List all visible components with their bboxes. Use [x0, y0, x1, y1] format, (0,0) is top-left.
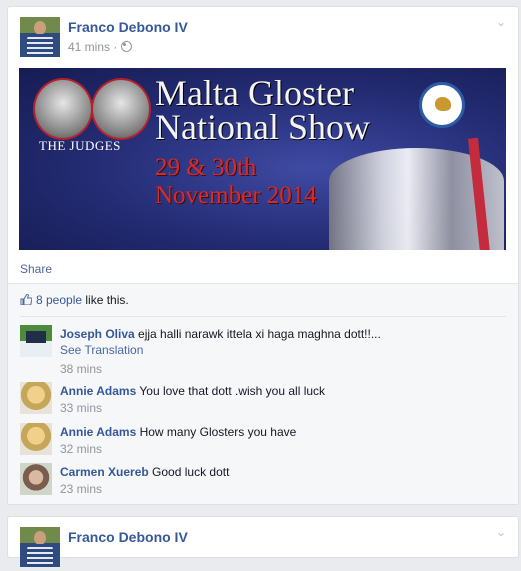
- post-timestamp[interactable]: 41 mins: [68, 40, 110, 54]
- commenter-name[interactable]: Joseph Oliva: [60, 327, 135, 341]
- banner-judges-label: THE JUDGES: [39, 138, 121, 153]
- see-translation-link[interactable]: See Translation: [60, 343, 143, 357]
- divider: [8, 283, 518, 284]
- post-card: Franco Debono IV 41 mins · ⌄ THE JUDGES …: [7, 6, 519, 505]
- comment-text: You love that dott .wish you all luck: [139, 384, 326, 398]
- likes-suffix: like this.: [82, 293, 129, 307]
- comment-text: How many Glosters you have: [139, 425, 297, 439]
- event-banner-image[interactable]: THE JUDGES Malta Gloster National Show 2…: [19, 68, 506, 250]
- banner-dates-line1: 29 & 30th: [155, 154, 257, 181]
- comment-item: Annie Adams You love that dott .wish you…: [20, 382, 505, 422]
- judge-photo: [33, 78, 93, 140]
- post-meta: 41 mins ·: [68, 40, 132, 54]
- comment-item: Carmen Xuereb Good luck dott 23 mins: [20, 463, 505, 503]
- chevron-down-icon[interactable]: ⌄: [496, 15, 506, 29]
- comment-item: Annie Adams How many Glosters you have 3…: [20, 423, 505, 463]
- author-avatar[interactable]: [20, 527, 60, 567]
- judge-photo: [91, 78, 151, 140]
- post-author-name[interactable]: Franco Debono IV: [68, 529, 188, 545]
- comment-timestamp[interactable]: 38 mins: [60, 362, 102, 376]
- chevron-down-icon[interactable]: ⌄: [496, 525, 506, 539]
- comment-timestamp[interactable]: 32 mins: [60, 442, 102, 456]
- commenter-avatar[interactable]: [20, 423, 52, 455]
- commenter-avatar[interactable]: [20, 325, 52, 357]
- share-link[interactable]: Share: [20, 262, 52, 276]
- globe-icon: [120, 41, 132, 52]
- thumbs-up-icon: [20, 294, 32, 305]
- banner-title: Malta Gloster National Show: [155, 73, 370, 147]
- comment-text: Good luck dott: [152, 465, 230, 479]
- banner-dates: 29 & 30th November 2014: [155, 154, 317, 210]
- comment-timestamp[interactable]: 23 mins: [60, 482, 102, 496]
- commenter-avatar[interactable]: [20, 463, 52, 495]
- comment-item: Joseph Oliva ejja halli narawk ittela xi…: [20, 325, 505, 376]
- banner-dates-line2: November 2014: [155, 182, 317, 209]
- commenter-name[interactable]: Annie Adams: [60, 384, 136, 398]
- comment-text: ejja halli narawk ittela xi haga maghna …: [138, 327, 381, 341]
- divider: [20, 316, 506, 317]
- author-avatar[interactable]: [20, 17, 60, 57]
- banner-title-line1: Malta Gloster: [155, 73, 354, 113]
- comment-timestamp[interactable]: 33 mins: [60, 401, 102, 415]
- club-logo: [419, 82, 465, 128]
- next-post-card: Franco Debono IV ⌄: [7, 516, 519, 567]
- commenter-avatar[interactable]: [20, 382, 52, 414]
- banner-title-line2: National Show: [155, 107, 370, 147]
- likes-count-link[interactable]: 8 people: [36, 293, 82, 307]
- post-author-name[interactable]: Franco Debono IV: [68, 19, 188, 35]
- likes-summary: 8 people like this.: [20, 293, 129, 307]
- commenter-name[interactable]: Carmen Xuereb: [60, 465, 149, 479]
- commenter-name[interactable]: Annie Adams: [60, 425, 136, 439]
